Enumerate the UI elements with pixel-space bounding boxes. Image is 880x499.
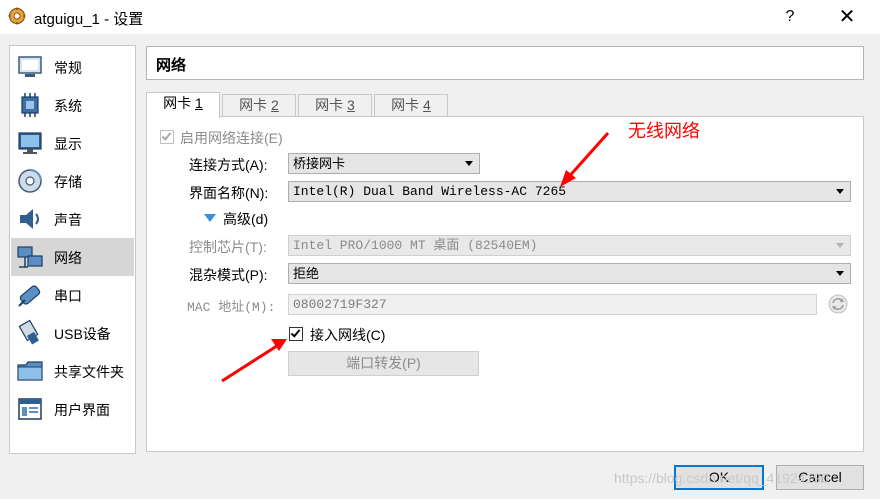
annotation-wireless-label: 无线网络 (628, 121, 700, 141)
tab-adapter-1[interactable]: 网卡 1 (146, 92, 220, 118)
watermark: https://blog.csdn.net/qq_41924190 (614, 470, 829, 486)
tab-number: 1 (195, 95, 203, 111)
annotation-arrow-wireless (560, 132, 610, 187)
annotation-arrow-cable (221, 339, 287, 383)
tab-label: 网卡 (163, 95, 196, 111)
annotation-arrows (221, 132, 610, 383)
